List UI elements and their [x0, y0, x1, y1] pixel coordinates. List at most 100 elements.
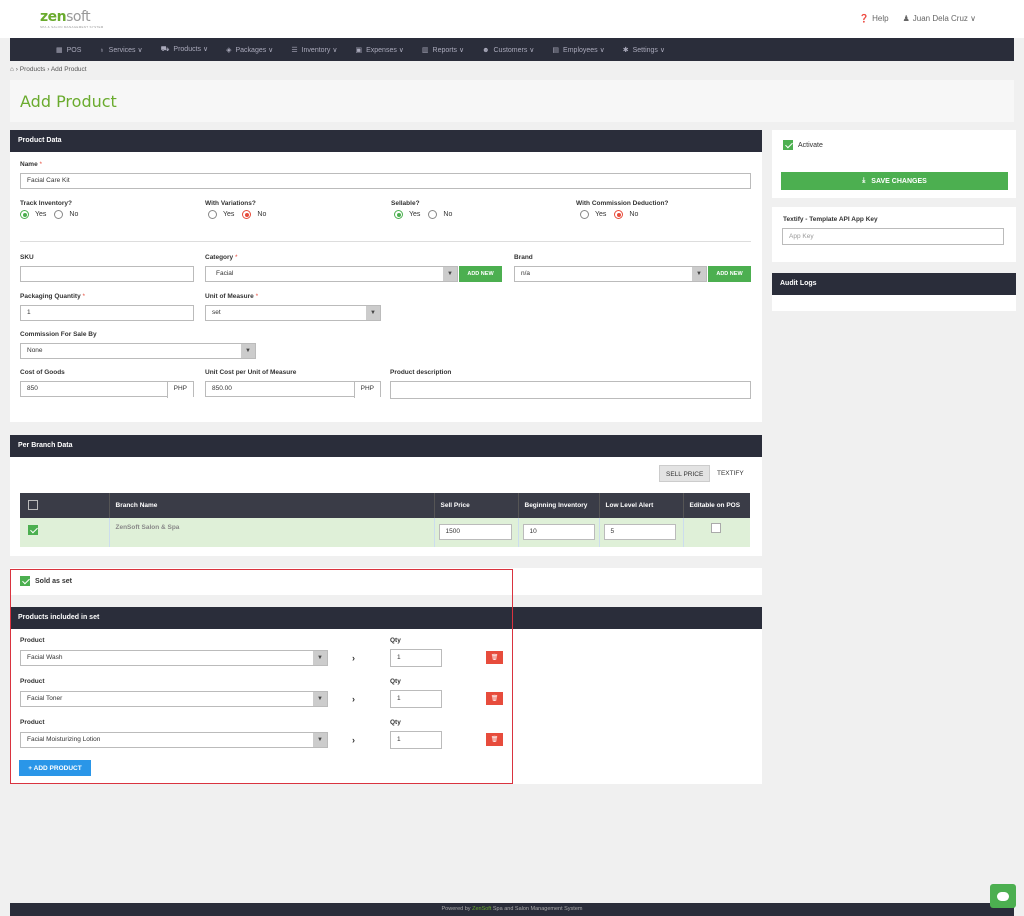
uom-select[interactable]: set ▼	[205, 305, 381, 321]
unit-cost-label: Unit Cost per Unit of Measure	[205, 369, 297, 376]
track-inventory-radios: Yes No	[20, 210, 78, 219]
footer-pre: Powered by	[441, 906, 471, 912]
sellable-yes-radio[interactable]	[394, 210, 403, 219]
brand-logo[interactable]: zensoft SPA & SALON MANAGEMENT SYSTEM	[40, 9, 104, 29]
category-select[interactable]: Facial ▼	[205, 266, 458, 282]
nav-label: Expenses ∨	[366, 46, 404, 54]
tab-textify[interactable]: TEXTIFY	[711, 465, 750, 482]
footer-brand[interactable]: ZenSoft	[472, 906, 491, 912]
packaging-label: Packaging Quantity *	[20, 293, 86, 300]
chat-icon	[997, 891, 1009, 901]
reports-icon: ▥	[421, 46, 429, 54]
yes-label: Yes	[595, 211, 607, 218]
divider	[20, 241, 751, 242]
help-link[interactable]: ❓ Help	[859, 14, 888, 23]
commission-no-radio[interactable]	[614, 210, 624, 219]
cog-label: Cost of Goods	[20, 369, 65, 376]
activate-row: Activate	[783, 140, 823, 150]
category-add-new-button[interactable]: ADD NEW	[459, 266, 502, 282]
per-branch-header: Per Branch Data	[10, 435, 762, 457]
no-label: No	[257, 211, 267, 218]
yes-label: Yes	[35, 211, 47, 218]
low-alert-cell: 5	[599, 518, 684, 547]
breadcrumb-products[interactable]: Products	[20, 66, 46, 73]
sellable-no-radio[interactable]	[428, 210, 438, 219]
no-label: No	[69, 211, 79, 218]
track-yes-radio[interactable]	[20, 210, 29, 219]
highlight-box	[10, 569, 513, 784]
activate-checkbox[interactable]	[783, 140, 793, 150]
save-changes-button[interactable]: ⤓ SAVE CHANGES	[781, 172, 1008, 190]
top-bar: zensoft SPA & SALON MANAGEMENT SYSTEM ❓ H…	[0, 0, 1024, 38]
unit-cost-currency: PHP	[353, 382, 380, 398]
commission-yes-radio[interactable]	[580, 210, 589, 219]
brand-add-new-button[interactable]: ADD NEW	[708, 266, 751, 282]
main-nav: ▦ POS ♁ Services ∨ ⛟ Products ∨ ◈ Packages ∨ ☰ In…	[10, 38, 1014, 61]
name-label: Name *	[20, 161, 43, 168]
cog-input[interactable]: 850 PHP	[20, 381, 194, 398]
col-sell-price: Sell Price	[434, 493, 519, 518]
track-no-radio[interactable]	[54, 210, 64, 219]
nav-item-services[interactable]: ♁ Services ∨	[91, 46, 150, 54]
branch-name: ZenSoft Salon & Spa	[109, 518, 435, 547]
settings-icon: ✱	[622, 46, 629, 54]
title-bar: Add Product	[10, 80, 1014, 122]
app-key-input[interactable]: App Key	[782, 228, 1004, 245]
audit-logs-header: Audit Logs	[772, 273, 1016, 295]
row-select-checkbox[interactable]	[28, 525, 38, 535]
col-branch-name: Branch Name	[109, 493, 435, 518]
unit-cost-value: 850.00	[212, 385, 232, 392]
select-all-header	[20, 493, 110, 518]
name-input[interactable]: Facial Care Kit	[20, 173, 751, 189]
track-inventory-label: Track Inventory?	[20, 200, 73, 207]
nav-item-employees[interactable]: ▤ Employees ∨	[544, 46, 612, 54]
footer: Powered by ZenSoft Spa and Salon Managem…	[10, 903, 1014, 916]
chat-button[interactable]	[990, 884, 1016, 908]
breadcrumb-sep: ›	[15, 66, 18, 73]
beginning-inventory-input[interactable]: 10	[522, 524, 595, 540]
variations-yes-radio[interactable]	[208, 210, 217, 219]
home-icon[interactable]: ⌂	[10, 66, 14, 73]
nav-label: Customers ∨	[493, 46, 535, 54]
per-branch-panel: Per Branch Data SELL PRICE TEXTIFY Branc…	[10, 435, 762, 556]
packages-icon: ◈	[226, 46, 232, 54]
uom-label: Unit of Measure *	[205, 293, 259, 300]
no-label: No	[443, 211, 453, 218]
page-title: Add Product	[20, 92, 117, 111]
unit-cost-input[interactable]: 850.00 PHP	[205, 381, 381, 398]
variations-no-radio[interactable]	[242, 210, 252, 219]
col-beginning-inventory: Beginning Inventory	[518, 493, 600, 518]
user-icon: ♟	[902, 14, 910, 23]
help-icon: ❓	[859, 14, 870, 23]
activate-label: Activate	[798, 141, 823, 149]
select-all-checkbox[interactable]	[28, 499, 38, 510]
chevron-down-icon: ▼	[692, 267, 706, 281]
description-input[interactable]	[390, 381, 751, 399]
footer-post: Spa and Salon Management System	[492, 906, 583, 912]
brand-label: Brand	[514, 254, 533, 261]
editable-pos-checkbox[interactable]	[710, 523, 721, 533]
commission-select[interactable]: None ▼	[20, 343, 256, 359]
nav-item-customers[interactable]: ☻ Customers ∨	[474, 46, 542, 54]
download-icon: ⤓	[862, 177, 866, 184]
help-label: Help	[872, 14, 889, 23]
commission-deduction-radios: Yes No	[580, 210, 638, 219]
nav-item-expenses[interactable]: ▣ Expenses ∨	[347, 46, 411, 54]
nav-item-reports[interactable]: ▥ Reports ∨	[414, 46, 472, 54]
nav-item-products[interactable]: ⛟ Products ∨	[153, 45, 217, 54]
user-menu[interactable]: ♟ Juan Dela Cruz ∨	[903, 14, 976, 23]
sell-price-input[interactable]: 1500	[438, 524, 512, 540]
product-data-header: Product Data	[10, 130, 762, 152]
nav-label: Reports ∨	[432, 46, 465, 54]
nav-item-settings[interactable]: ✱ Settings ∨	[615, 46, 673, 54]
nav-item-pos[interactable]: ▦ POS	[48, 46, 89, 54]
low-alert-input[interactable]: 5	[603, 524, 676, 540]
nav-item-packages[interactable]: ◈ Packages ∨	[218, 46, 281, 54]
save-label: SAVE CHANGES	[871, 177, 927, 185]
packaging-input[interactable]: 1	[20, 305, 194, 321]
brand-select[interactable]: n/a ▼	[514, 266, 707, 282]
nav-item-inventory[interactable]: ☰ Inventory ∨	[283, 46, 345, 54]
tab-sell-price[interactable]: SELL PRICE	[659, 465, 711, 482]
employees-icon: ▤	[552, 46, 560, 54]
sku-input[interactable]	[20, 266, 194, 282]
